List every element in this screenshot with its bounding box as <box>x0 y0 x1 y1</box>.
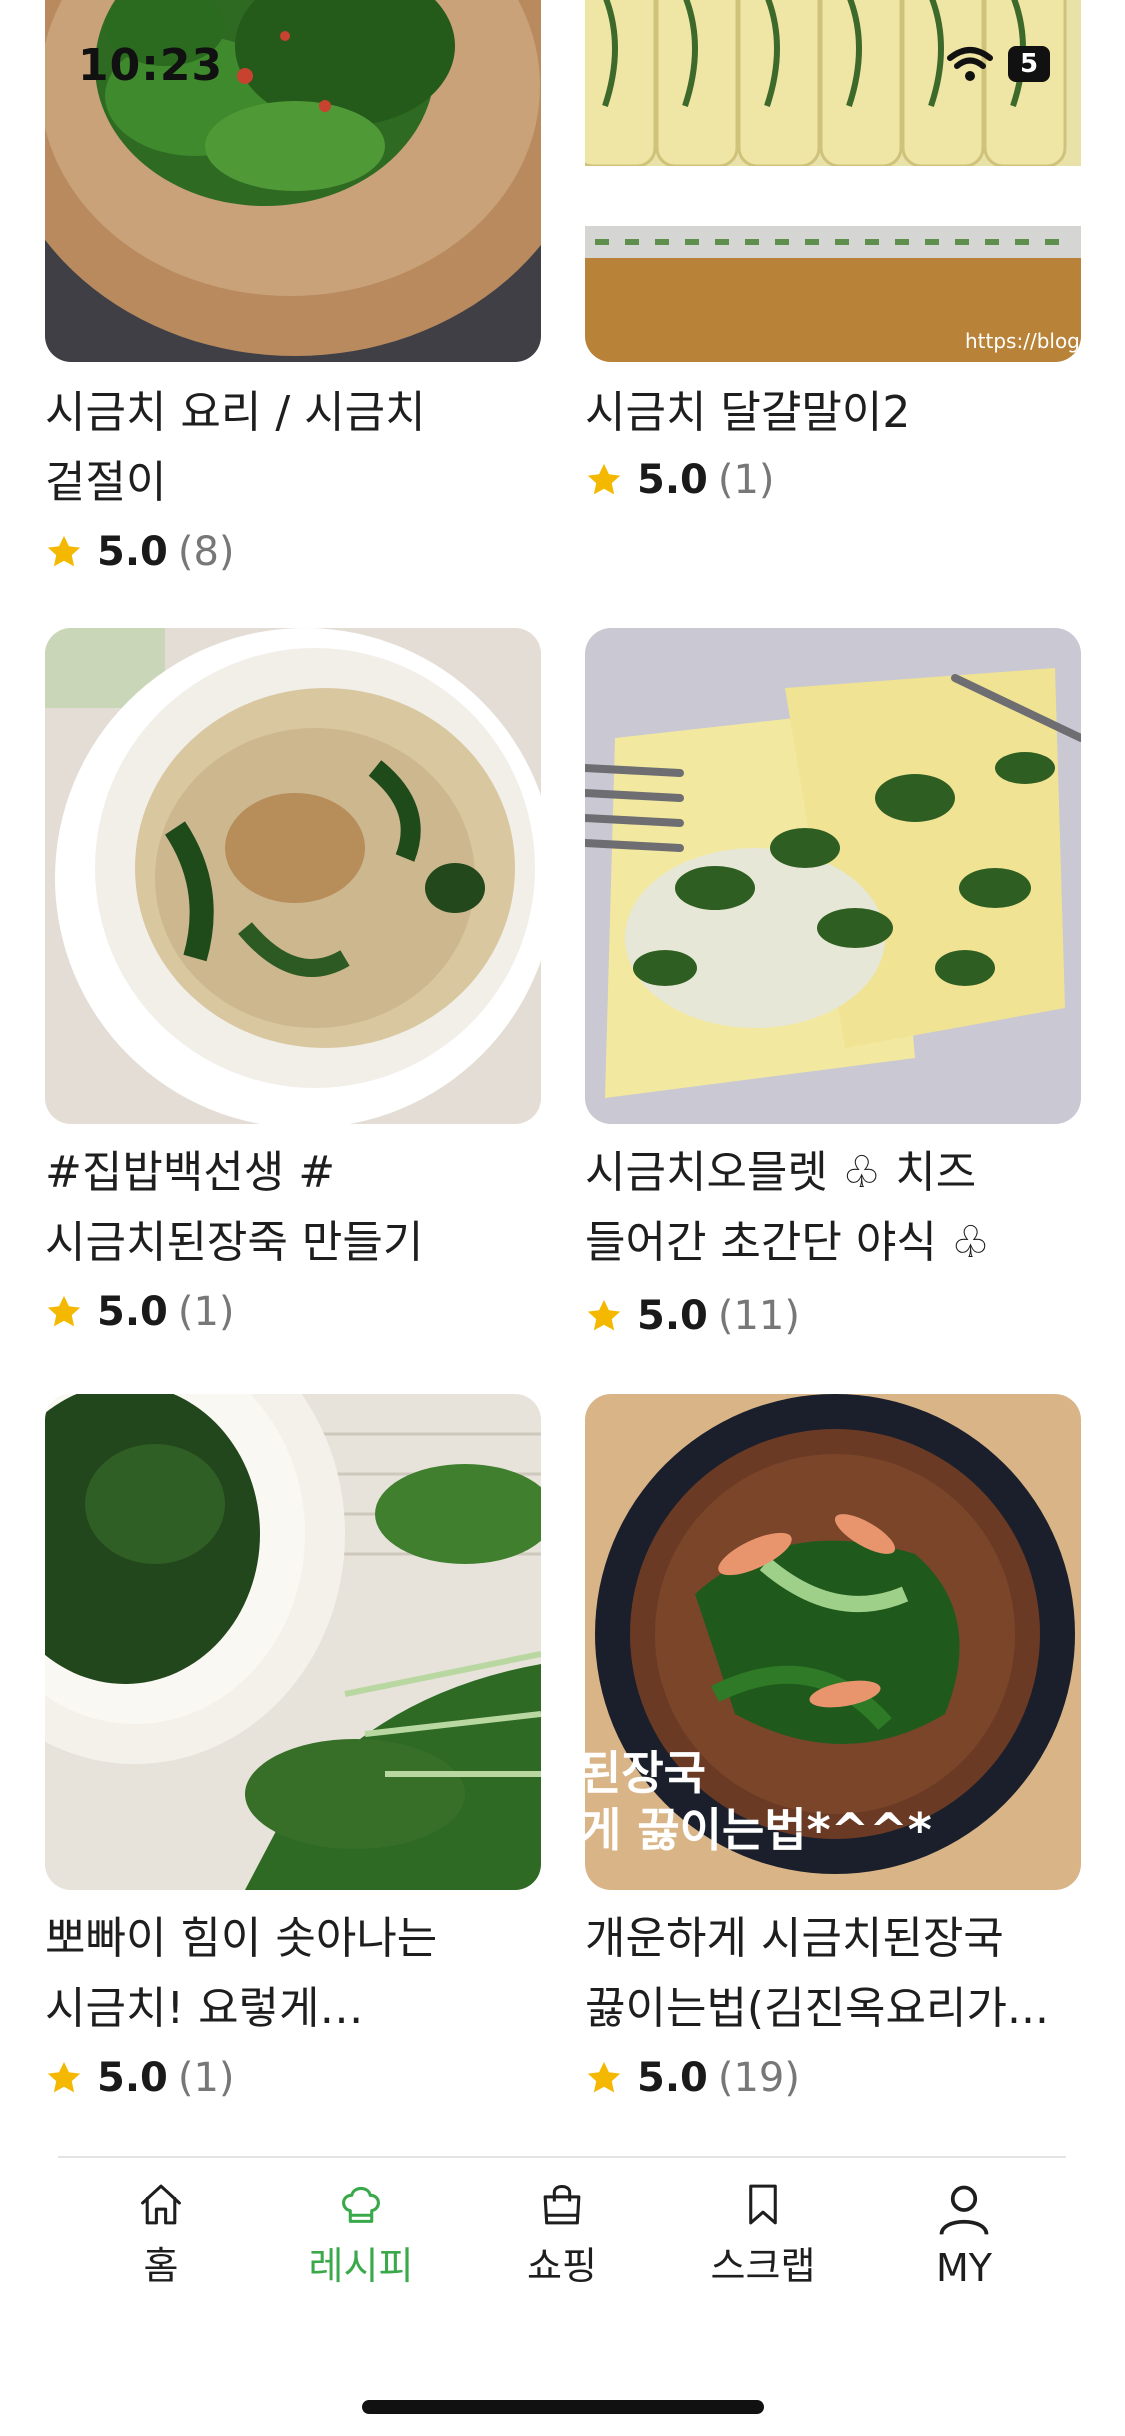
tab-home[interactable]: 홈 <box>61 2180 261 2290</box>
thumbnail-watermark: https://blog <box>965 329 1080 353</box>
rating-count: (1) <box>177 2055 235 2101</box>
tab-label: 스크랩 <box>710 2244 816 2288</box>
recipe-thumbnail[interactable]: 된장국 게 끓이는법*^^* <box>585 1394 1081 1890</box>
tab-label: 홈 <box>143 2244 179 2288</box>
star-icon <box>587 463 621 495</box>
recipe-title[interactable]: 시금치오믈렛 ♧ 치즈 들어간 초간단 야식 ♧ <box>585 1138 1081 1278</box>
rating-score: 5.0 <box>637 2055 708 2101</box>
person-icon <box>939 2185 989 2235</box>
star-icon <box>47 2061 81 2093</box>
rating-count: (1) <box>717 457 775 503</box>
recipe-rating: 5.0 (1) <box>45 2052 235 2104</box>
recipe-thumbnail[interactable] <box>45 628 541 1124</box>
tab-label: MY <box>936 2246 992 2290</box>
recipe-title[interactable]: #집밥백선생 #시금치된장죽 만들기 <box>45 1138 541 1278</box>
recipe-title[interactable]: 뽀빠이 힘이 솟아나는 시금치! 요렇게 손질해요!... <box>45 1904 541 2044</box>
status-time: 10:23 <box>78 40 224 91</box>
recipe-rating: 5.0 (1) <box>45 1286 235 1338</box>
thumbnail-overlay-text: 게 끓이는법*^^* <box>585 1803 932 1857</box>
rating-score: 5.0 <box>97 1289 168 1335</box>
rating-score: 5.0 <box>97 2055 168 2101</box>
tab-recipe[interactable]: 레시피 <box>261 2180 461 2290</box>
star-icon <box>47 1295 81 1327</box>
recipe-rating: 5.0 (8) <box>45 526 235 578</box>
recipe-rating: 5.0 (11) <box>585 1290 800 1342</box>
rating-count: (8) <box>177 529 235 575</box>
rating-score: 5.0 <box>97 529 168 575</box>
tab-shopping[interactable]: 쇼핑 <box>462 2180 662 2290</box>
recipe-rating: 5.0 (1) <box>585 454 775 506</box>
star-icon <box>47 535 81 567</box>
recipe-title[interactable]: 시금치 요리 / 시금치 겉절이 <box>45 378 515 518</box>
rating-count: (1) <box>177 1289 235 1335</box>
wifi-icon <box>947 47 993 81</box>
recipe-rating: 5.0 (19) <box>585 2052 800 2104</box>
thumbnail-overlay-text: 된장국 <box>585 1746 706 1800</box>
recipe-thumbnail[interactable] <box>585 628 1081 1124</box>
recipe-title[interactable]: 개운하게 시금치된장국 끓이는법(김진옥요리가... <box>585 1904 1081 2044</box>
recipe-thumbnail[interactable] <box>45 1394 541 1890</box>
home-icon <box>141 2184 181 2225</box>
tab-my[interactable]: MY <box>864 2180 1064 2290</box>
star-icon <box>587 2061 621 2093</box>
home-indicator <box>362 2400 764 2414</box>
tab-bar-divider <box>58 2156 1066 2158</box>
rating-count: (19) <box>717 2055 800 2101</box>
rating-score: 5.0 <box>637 1293 708 1339</box>
tab-label: 쇼핑 <box>527 2244 597 2288</box>
star-icon <box>587 1299 621 1331</box>
shopping-bag-icon <box>543 2184 581 2225</box>
rating-count: (11) <box>717 1293 800 1339</box>
bookmark-icon <box>749 2184 777 2225</box>
recipe-title[interactable]: 시금치 달걀말이2 <box>585 378 1081 448</box>
status-bar: 10:23 5 <box>0 0 1125 130</box>
tab-scrap[interactable]: 스크랩 <box>663 2180 863 2290</box>
tab-label: 레시피 <box>308 2244 414 2288</box>
battery-icon: 5 <box>1008 46 1050 82</box>
chef-hat-icon <box>342 2186 380 2223</box>
rating-score: 5.0 <box>637 457 708 503</box>
